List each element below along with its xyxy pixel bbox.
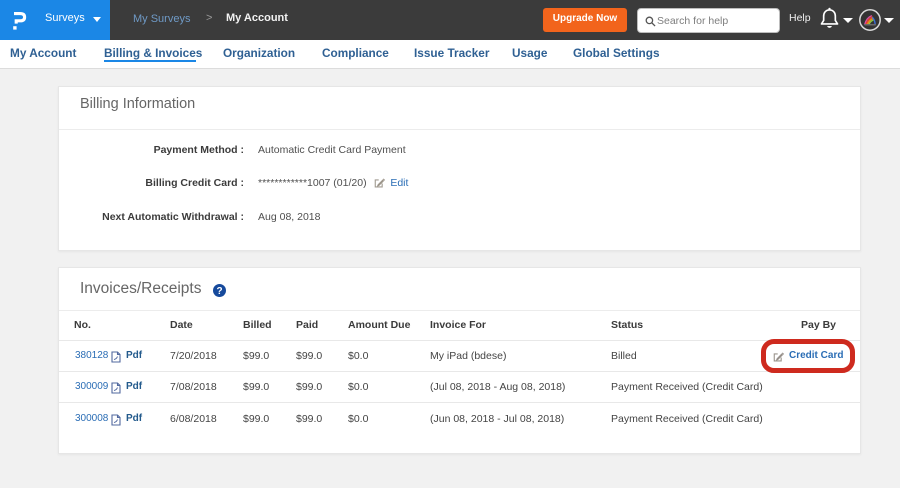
svg-text:?: ? [216, 286, 222, 297]
